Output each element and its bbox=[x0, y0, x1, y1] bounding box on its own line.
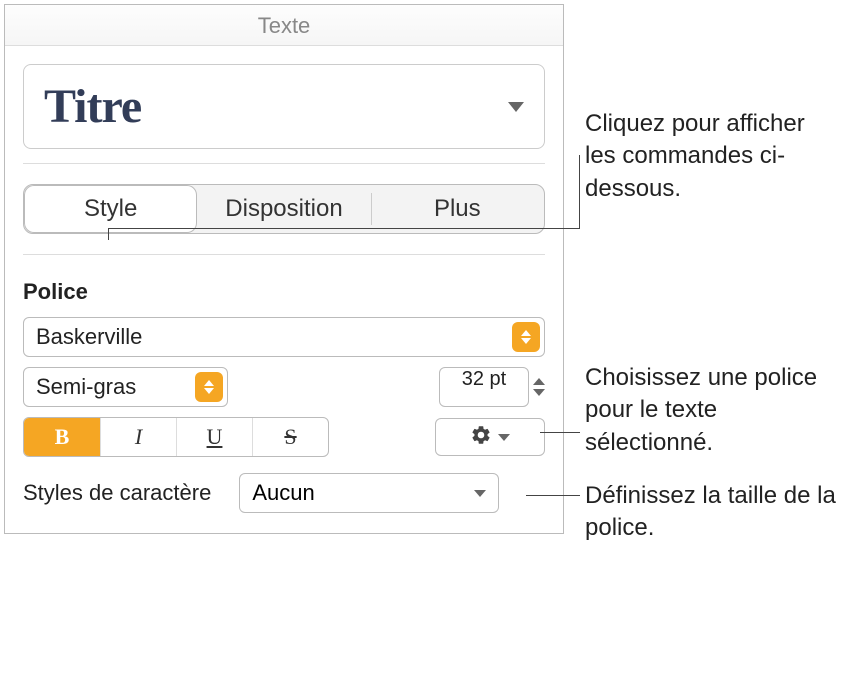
character-style-select[interactable]: Aucun bbox=[239, 473, 499, 513]
advanced-font-button[interactable] bbox=[435, 418, 545, 456]
callout-size: Définissez la taille de la police. bbox=[585, 480, 845, 545]
font-size-input[interactable]: 32 pt bbox=[439, 367, 529, 407]
tab-style[interactable]: Style bbox=[24, 185, 197, 233]
updown-icon bbox=[195, 372, 223, 402]
gear-icon bbox=[470, 424, 492, 451]
font-weight-select[interactable]: Semi-gras bbox=[23, 367, 228, 407]
callout-tabs: Cliquez pour afficher les commandes ci-d… bbox=[585, 108, 835, 205]
strikethrough-button[interactable]: S bbox=[252, 418, 328, 456]
callout-line bbox=[526, 495, 580, 496]
callout-line bbox=[579, 155, 580, 229]
character-styles-label: Styles de caractère bbox=[23, 480, 211, 506]
paragraph-style-label: Titre bbox=[44, 79, 141, 134]
font-family-select[interactable]: Baskerville bbox=[23, 317, 545, 357]
paragraph-style-dropdown[interactable]: Titre bbox=[23, 64, 545, 149]
divider bbox=[23, 254, 545, 255]
callout-font: Choisissez une police pour le texte séle… bbox=[585, 362, 845, 459]
chevron-down-icon bbox=[508, 102, 524, 112]
bold-button[interactable]: B bbox=[24, 418, 100, 456]
divider bbox=[23, 163, 545, 164]
chevron-down-icon bbox=[474, 490, 486, 497]
tab-layout[interactable]: Disposition bbox=[197, 185, 370, 233]
font-size-group: 32 pt bbox=[439, 367, 545, 407]
italic-button[interactable]: I bbox=[100, 418, 176, 456]
font-weight-value: Semi-gras bbox=[36, 374, 136, 400]
text-format-panel: Texte Titre Style Disposition Plus Polic… bbox=[4, 4, 564, 534]
font-size-stepper bbox=[533, 378, 545, 396]
font-section-label: Police bbox=[23, 279, 545, 305]
updown-icon bbox=[512, 322, 540, 352]
font-family-value: Baskerville bbox=[36, 324, 142, 350]
stepper-up-icon[interactable] bbox=[533, 378, 545, 385]
text-style-buttons: B I U S bbox=[23, 417, 329, 457]
panel-title: Texte bbox=[5, 5, 563, 46]
callout-line bbox=[540, 432, 580, 433]
callout-line bbox=[108, 228, 109, 240]
chevron-down-icon bbox=[498, 434, 510, 441]
tab-more[interactable]: Plus bbox=[371, 185, 544, 233]
underline-button[interactable]: U bbox=[176, 418, 252, 456]
format-tabs: Style Disposition Plus bbox=[23, 184, 545, 234]
callout-line bbox=[108, 228, 580, 229]
stepper-down-icon[interactable] bbox=[533, 389, 545, 396]
character-style-value: Aucun bbox=[252, 480, 314, 506]
